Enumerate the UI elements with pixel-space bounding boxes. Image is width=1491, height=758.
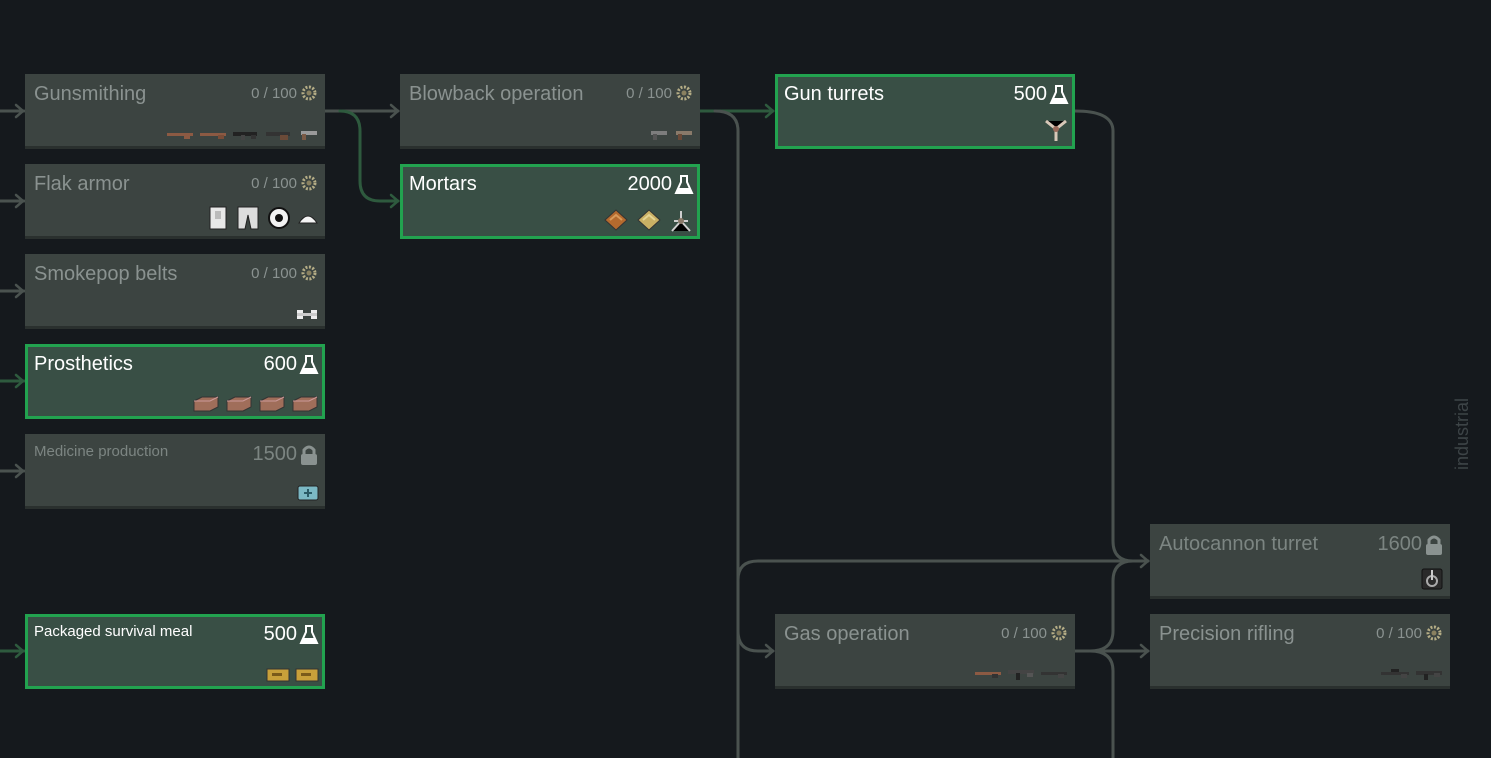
research-cost: 2000 [628, 173, 695, 196]
incoming-connector-lines [0, 109, 26, 653]
unlock-items [192, 395, 319, 413]
flask-icon [299, 624, 319, 644]
research-name: Packaged survival meal [34, 623, 193, 640]
research-cost: 500 [264, 623, 319, 646]
smokepop-belt-icon [297, 310, 317, 319]
research-name: Gas operation [784, 623, 910, 645]
assault-rifle-icon [1008, 670, 1034, 680]
research-name: Prosthetics [34, 353, 133, 375]
research-name: Gunsmithing [34, 83, 147, 105]
revolver-icon [301, 131, 317, 140]
research-node-smokepop-belts[interactable]: Smokepop belts 0 / 100 [25, 254, 325, 329]
flak-jacket-icon [268, 207, 290, 229]
prosthetic-icon [193, 396, 219, 412]
mortar-shell-icon [637, 209, 661, 231]
medicine-kit-icon [297, 485, 319, 501]
research-name: Medicine production [34, 443, 169, 460]
autocannon-icon [1421, 568, 1443, 590]
survival-meal-icon [266, 668, 290, 682]
research-node-packaged-survival-meal[interactable]: Packaged survival meal 500 [25, 614, 325, 689]
research-progress: 0 / 100 [1001, 623, 1069, 643]
turret-icon [1045, 119, 1067, 141]
research-progress: 0 / 100 [626, 83, 694, 103]
flask-icon [674, 174, 694, 194]
unlock-items [1043, 117, 1069, 143]
unlock-items [602, 207, 694, 233]
prosthetic-icon [259, 396, 285, 412]
rifle-icon [1041, 672, 1067, 678]
research-name: Smokepop belts [34, 263, 178, 285]
research-name: Precision rifling [1159, 623, 1295, 645]
gear-icon [1426, 625, 1442, 641]
research-node-gas-operation[interactable]: Gas operation 0 / 100 [775, 614, 1075, 689]
research-node-prosthetics[interactable]: Prosthetics 600 [25, 344, 325, 419]
connector-trunk-autocannon [736, 559, 1150, 582]
research-name: Mortars [409, 173, 477, 195]
connector-blowback-trunk [713, 109, 740, 758]
mortar-shell-icon [604, 209, 628, 231]
research-node-gun-turrets[interactable]: Gun turrets 500 [775, 74, 1075, 149]
unlock-items [649, 129, 694, 141]
gear-icon [676, 85, 692, 101]
rifle-icon [200, 133, 226, 139]
gear-icon [301, 85, 317, 101]
rifle-icon [1416, 671, 1442, 680]
flak-vest-icon [209, 206, 227, 230]
flask-icon [299, 354, 319, 374]
gear-icon [1051, 625, 1067, 641]
shotgun-icon [266, 132, 290, 140]
unlock-items [1381, 667, 1444, 681]
research-node-medicine-production[interactable]: Medicine production 1500 [25, 434, 325, 509]
pistol-icon [651, 131, 667, 140]
smg-icon [233, 132, 257, 140]
connector-gas-down [1088, 649, 1115, 758]
unlock-items [206, 205, 319, 231]
sniper-rifle-icon [1381, 669, 1409, 678]
research-progress: 0 / 100 [1376, 623, 1444, 643]
unlock-items [295, 307, 319, 321]
lock-icon [1426, 535, 1442, 555]
connector-trunk-gas [736, 629, 775, 653]
pistol-icon [676, 131, 692, 140]
research-cost: 1600 [1378, 533, 1445, 556]
connector-gunsmithing-mortars [338, 109, 400, 203]
research-name: Flak armor [34, 173, 130, 195]
research-node-precision-rifling[interactable]: Precision rifling 0 / 100 [1150, 614, 1450, 689]
unlock-items [167, 129, 319, 141]
research-progress: 0 / 100 [251, 173, 319, 193]
research-cost: 600 [264, 353, 319, 376]
unlock-items [266, 667, 319, 683]
flak-pants-icon [237, 206, 259, 230]
survival-meal-icon [295, 668, 319, 682]
research-node-flak-armor[interactable]: Flak armor 0 / 100 [25, 164, 325, 239]
tab-industrial-label: industrial [1452, 397, 1472, 470]
gear-icon [301, 265, 317, 281]
helmet-icon [298, 215, 318, 224]
unlock-items [1420, 567, 1444, 591]
research-name: Blowback operation [409, 83, 584, 105]
connector-gas-autocannon [1088, 559, 1135, 653]
research-cost: 1500 [253, 443, 320, 466]
rifle-icon [975, 672, 1001, 678]
research-node-mortars[interactable]: Mortars 2000 [400, 164, 700, 239]
prosthetic-icon [292, 396, 318, 412]
gear-icon [301, 175, 317, 191]
research-progress: 0 / 100 [251, 263, 319, 283]
flask-icon [1049, 84, 1069, 104]
research-name: Gun turrets [784, 83, 885, 105]
mortar-icon [671, 211, 691, 232]
research-progress: 0 / 100 [251, 83, 319, 103]
research-node-blowback-operation[interactable]: Blowback operation 0 / 100 [400, 74, 700, 149]
research-cost: 500 [1014, 83, 1069, 106]
research-node-autocannon-turret[interactable]: Autocannon turret 1600 [1150, 524, 1450, 599]
rifle-icon [167, 133, 193, 139]
prosthetic-icon [226, 396, 252, 412]
connector-gunturrets-autocannon [1073, 109, 1150, 563]
lock-icon [301, 445, 317, 465]
research-node-gunsmithing[interactable]: Gunsmithing 0 / 100 [25, 74, 325, 149]
unlock-items [297, 485, 319, 501]
research-name: Autocannon turret [1159, 533, 1318, 555]
unlock-items [975, 667, 1069, 681]
